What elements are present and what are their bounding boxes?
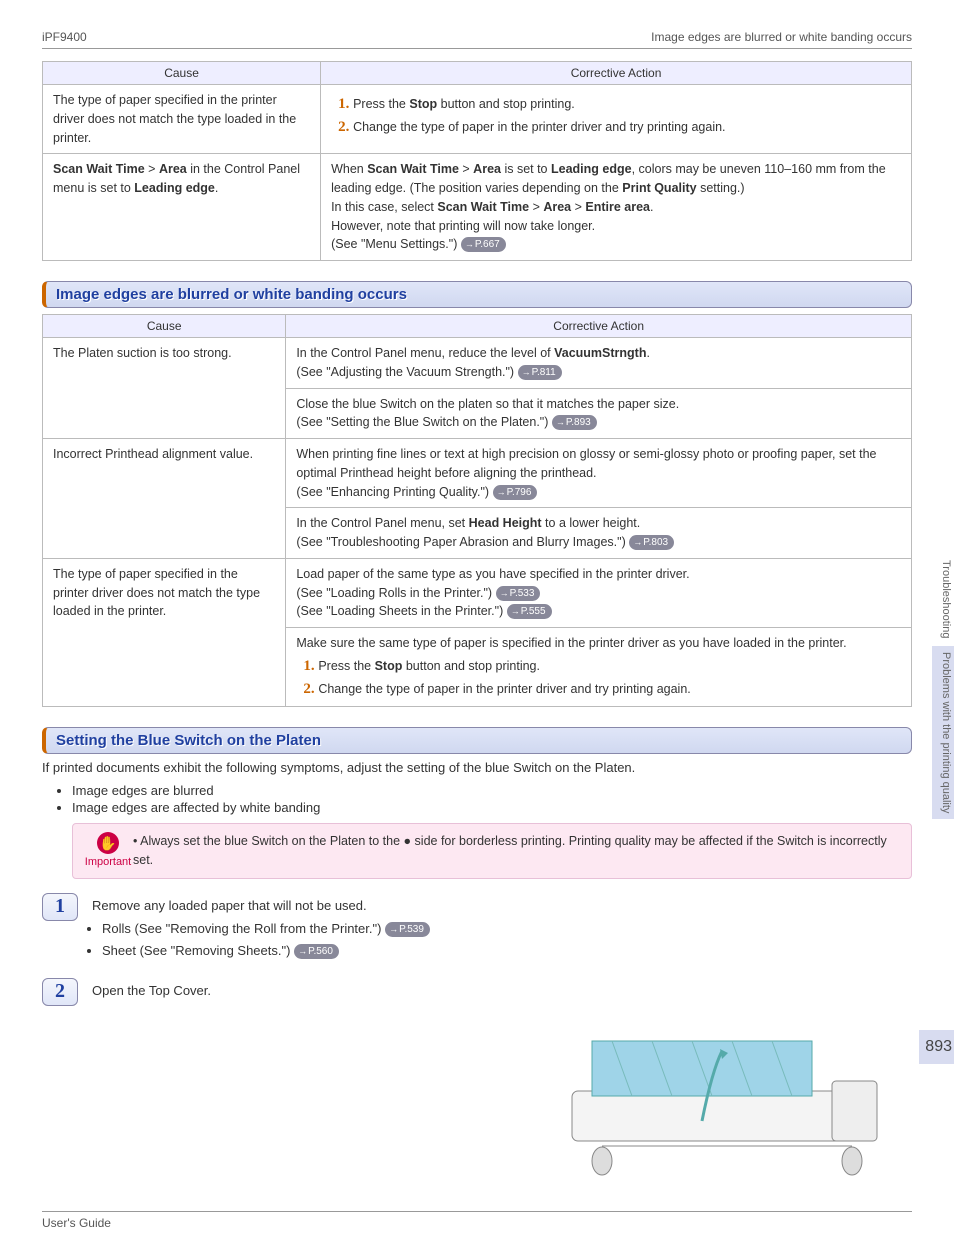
- list-item: Sheet (See "Removing Sheets.") P.560: [102, 941, 912, 961]
- th-cause: Cause: [43, 315, 286, 338]
- page-ref[interactable]: P.811: [518, 365, 562, 380]
- table-row: Incorrect Printhead alignment value.When…: [43, 439, 912, 508]
- page-ref[interactable]: P.803: [629, 535, 674, 550]
- section-title-blurred: Image edges are blurred or white banding…: [42, 281, 912, 308]
- th-action: Corrective Action: [321, 62, 912, 85]
- cause-cell: The Platen suction is too strong.: [43, 338, 286, 439]
- page-footer: User's Guide: [42, 1211, 912, 1230]
- cause-cell: The type of paper specified in the print…: [43, 558, 286, 707]
- action-cell: In the Control Panel menu, set Head Heig…: [286, 508, 912, 559]
- list-item: Image edges are blurred: [72, 783, 912, 798]
- step: 1 Remove any loaded paper that will not …: [42, 893, 912, 969]
- symptom-list: Image edges are blurred Image edges are a…: [72, 783, 912, 815]
- troubleshoot-table-1: Cause Corrective Action The type of pape…: [42, 61, 912, 261]
- cause-cell: The type of paper specified in the print…: [43, 85, 321, 154]
- step-body: Remove any loaded paper that will not be…: [92, 893, 912, 969]
- printer-illustration: [552, 1001, 912, 1181]
- important-label: Important: [85, 856, 131, 868]
- action-cell: Load paper of the same type as you have …: [286, 558, 912, 627]
- header-left: iPF9400: [42, 30, 87, 44]
- table-row: The type of paper specified in the print…: [43, 85, 912, 154]
- table-row: Scan Wait Time > Area in the Control Pan…: [43, 154, 912, 261]
- table-row: The Platen suction is too strong.In the …: [43, 338, 912, 389]
- list-item: Rolls (See "Removing the Roll from the P…: [102, 919, 912, 939]
- note-body: • Always set the blue Switch on the Plat…: [133, 832, 901, 870]
- page-number: 893: [919, 1030, 954, 1064]
- step-number: 2: [42, 978, 78, 1006]
- action-cell: Close the blue Switch on the platen so t…: [286, 388, 912, 439]
- page-ref[interactable]: P.555: [507, 604, 552, 619]
- cause-cell: Scan Wait Time > Area in the Control Pan…: [43, 154, 321, 261]
- side-tab-problems: Problems with the printing quality: [932, 646, 954, 819]
- step-body: Open the Top Cover.: [92, 978, 912, 1181]
- list-item: Change the type of paper in the printer …: [318, 678, 901, 699]
- troubleshoot-table-2: Cause Corrective Action The Platen sucti…: [42, 314, 912, 707]
- list-item: Press the Stop button and stop printing.: [353, 93, 901, 114]
- action-cell: In the Control Panel menu, reduce the le…: [286, 338, 912, 389]
- page-ref[interactable]: P.560: [294, 944, 339, 959]
- th-cause: Cause: [43, 62, 321, 85]
- hand-icon: ✋: [97, 832, 119, 854]
- list-item: Image edges are affected by white bandin…: [72, 800, 912, 815]
- table-row: The type of paper specified in the print…: [43, 558, 912, 627]
- header-right: Image edges are blurred or white banding…: [651, 30, 912, 44]
- page-ref[interactable]: P.533: [496, 586, 541, 601]
- footer-left: User's Guide: [42, 1216, 111, 1230]
- page-ref[interactable]: P.539: [385, 922, 430, 937]
- action-cell: When Scan Wait Time > Area is set to Lea…: [321, 154, 912, 261]
- important-note: ✋ Important • Always set the blue Switch…: [72, 823, 912, 879]
- section-intro: If printed documents exhibit the followi…: [42, 760, 912, 775]
- list-item: Press the Stop button and stop printing.: [318, 655, 901, 676]
- action-cell: Press the Stop button and stop printing.…: [321, 85, 912, 154]
- action-cell: When printing fine lines or text at high…: [286, 439, 912, 508]
- action-cell: Make sure the same type of paper is spec…: [286, 628, 912, 707]
- page-ref[interactable]: P.893: [552, 415, 597, 430]
- page-ref[interactable]: P.667: [461, 237, 506, 252]
- page-ref[interactable]: P.796: [493, 485, 538, 500]
- page-header: iPF9400 Image edges are blurred or white…: [42, 30, 912, 49]
- important-icon: ✋ Important: [83, 832, 133, 870]
- side-tabs: Troubleshooting Problems with the printi…: [932, 560, 954, 823]
- step-number: 1: [42, 893, 78, 921]
- cause-cell: Incorrect Printhead alignment value.: [43, 439, 286, 559]
- list-item: Change the type of paper in the printer …: [353, 116, 901, 137]
- th-action: Corrective Action: [286, 315, 912, 338]
- section-title-blueswitch: Setting the Blue Switch on the Platen: [42, 727, 912, 754]
- step: 2 Open the Top Cover.: [42, 978, 912, 1181]
- side-tab-troubleshooting: Troubleshooting: [940, 560, 952, 638]
